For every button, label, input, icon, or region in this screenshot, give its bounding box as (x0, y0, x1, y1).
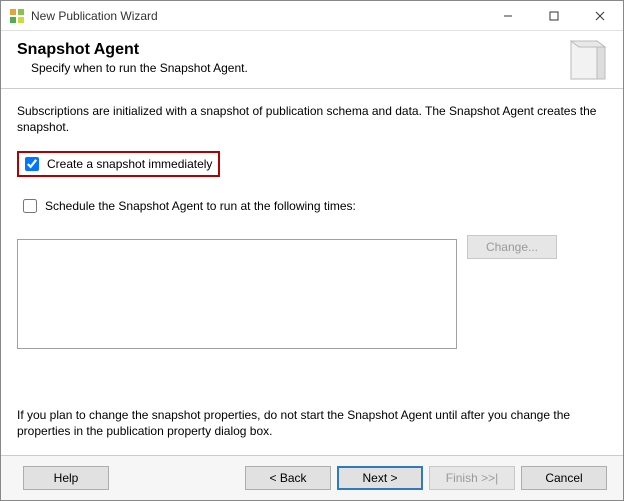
change-button: Change... (467, 235, 557, 259)
wizard-body: Subscriptions are initialized with a sna… (1, 89, 623, 455)
back-button[interactable]: < Back (245, 466, 331, 490)
footer-note: If you plan to change the snapshot prope… (17, 407, 607, 439)
window-controls (485, 1, 623, 31)
description-text: Subscriptions are initialized with a sna… (17, 103, 607, 135)
minimize-button[interactable] (485, 1, 531, 31)
app-icon (9, 8, 25, 24)
schedule-snapshot-row[interactable]: Schedule the Snapshot Agent to run at th… (17, 195, 607, 217)
finish-button: Finish >>| (429, 466, 515, 490)
schedule-snapshot-label: Schedule the Snapshot Agent to run at th… (45, 199, 356, 213)
create-snapshot-immediately-row[interactable]: Create a snapshot immediately (17, 151, 220, 177)
schedule-list (17, 239, 457, 349)
header-graphic-icon (565, 37, 611, 83)
window-title: New Publication Wizard (31, 9, 485, 23)
create-snapshot-immediately-label: Create a snapshot immediately (47, 157, 212, 171)
wizard-header: Snapshot Agent Specify when to run the S… (1, 31, 623, 89)
create-snapshot-immediately-checkbox[interactable] (25, 157, 39, 171)
next-button[interactable]: Next > (337, 466, 423, 490)
page-title: Snapshot Agent (17, 41, 607, 59)
schedule-area: Change... (17, 235, 607, 365)
titlebar: New Publication Wizard (1, 1, 623, 31)
cancel-button[interactable]: Cancel (521, 466, 607, 490)
wizard-window: New Publication Wizard Snapshot Agent Sp… (0, 0, 624, 501)
wizard-footer: Help < Back Next > Finish >>| Cancel (1, 455, 623, 500)
help-button[interactable]: Help (23, 466, 109, 490)
page-subtitle: Specify when to run the Snapshot Agent. (31, 61, 607, 75)
maximize-button[interactable] (531, 1, 577, 31)
close-button[interactable] (577, 1, 623, 31)
schedule-snapshot-checkbox[interactable] (23, 199, 37, 213)
